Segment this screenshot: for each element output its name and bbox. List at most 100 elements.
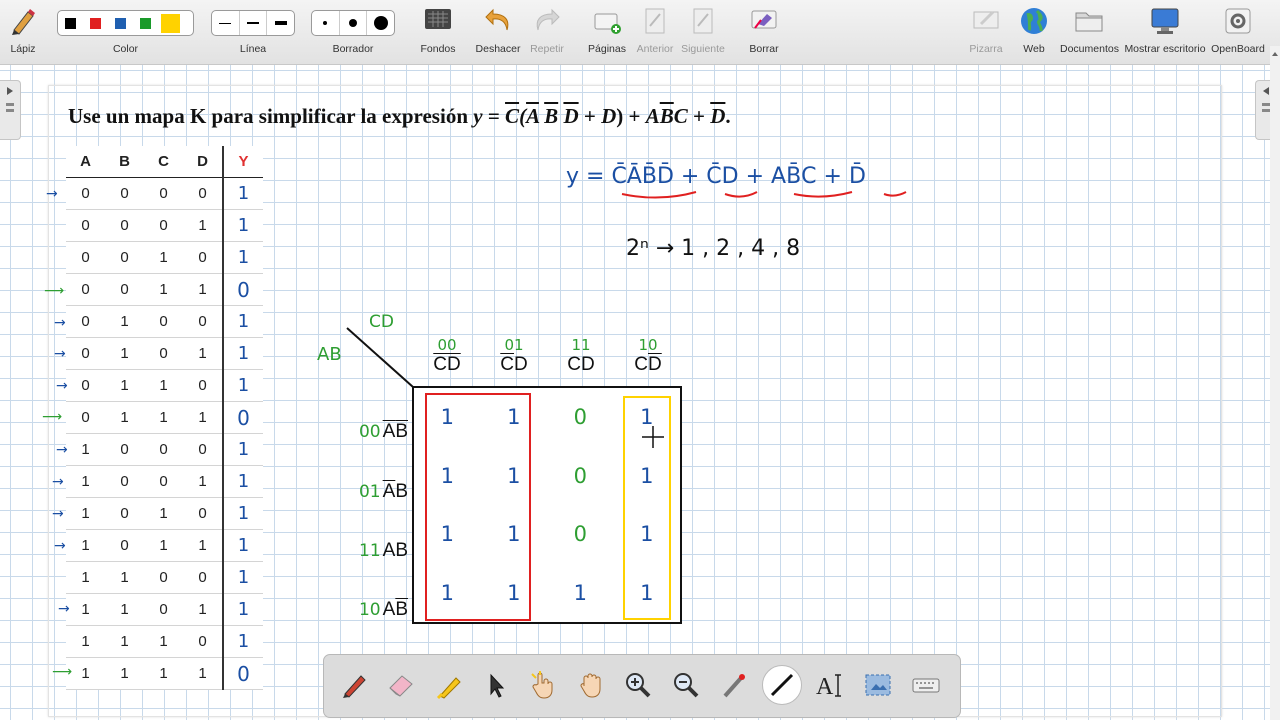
input-cell: 0 [105,465,144,498]
arrow-icon: → [56,378,68,394]
color-swatch-black[interactable] [65,17,76,29]
dock-text-tool[interactable]: A [810,665,850,705]
input-cell: 0 [66,177,105,210]
kmap-col-header-00: 00 CD [414,336,480,376]
kmap-cell: 1 [573,580,587,605]
table-row: 00101 [66,241,263,274]
input-cell: 1 [105,337,144,370]
color-swatch-red[interactable] [90,17,101,29]
table-row: 01101 [66,369,263,402]
vertical-scrollbar[interactable] [1270,46,1280,720]
dock-laser-pointer-tool[interactable] [714,665,754,705]
eraser-small-option[interactable] [312,11,340,35]
desktop-label: Mostrar escritorio [1124,43,1206,55]
arrow-icon: ⟶ [42,409,63,425]
table-row: 01110 [66,401,263,434]
dock-line-tool[interactable] [762,665,802,705]
board-icon [971,6,1001,39]
dock-highlighter-tool[interactable] [429,665,469,705]
erase-button[interactable]: Borrar [744,0,784,64]
input-cell: 0 [144,305,183,338]
eraser-label: Borrador [332,43,374,55]
input-cell: 1 [183,465,223,498]
openboard-menu-button[interactable]: OpenBoard [1210,0,1266,64]
kmap-ab-label: AB [317,344,342,365]
input-cell: 0 [144,337,183,370]
input-cell: 0 [105,177,144,210]
input-cell: 0 [183,625,223,658]
globe-icon [1019,6,1049,41]
scroll-up-arrow-icon [1272,52,1278,56]
color-swatch-yellow[interactable] [161,13,180,33]
line-thin-option[interactable] [212,11,240,35]
dock-select-tool[interactable] [476,665,516,705]
next-page-button[interactable]: Siguiente [680,0,726,64]
arrow-icon: → [58,601,70,617]
pages-label: Páginas [588,43,626,55]
input-cell: 0 [66,369,105,402]
line-thick-option[interactable] [267,11,294,35]
table-row: 10101 [66,497,263,530]
kmap-row-header-00: 00 AB [358,421,408,442]
eraser-large-option[interactable] [367,11,394,35]
input-cell: 1 [183,401,223,434]
undo-button[interactable]: Deshacer [474,0,522,64]
input-cell: 0 [183,369,223,402]
documents-button[interactable]: Documentos [1060,0,1119,64]
next-page-icon [690,6,716,41]
color-swatch-green[interactable] [140,17,151,29]
dock-capture-tool[interactable] [858,665,898,705]
input-cell: 0 [105,273,144,306]
input-cell: 0 [105,497,144,530]
title-y: y [473,104,483,128]
dock-zoom-in-tool[interactable] [618,665,658,705]
underline-marks [621,191,907,199]
input-cell: 1 [105,369,144,402]
show-desktop-button[interactable]: Mostrar escritorio [1124,0,1206,64]
output-y-cell: 1 [222,593,263,626]
output-y-cell: 1 [222,465,263,498]
undo-label: Deshacer [475,43,521,55]
dock-zoom-out-tool[interactable] [666,665,706,705]
pencil-label: Lápiz [10,43,36,55]
redo-label: Repetir [530,43,564,55]
backgrounds-button[interactable]: Fondos [418,0,458,64]
redo-button[interactable]: Repetir [526,0,568,64]
web-label: Web [1023,43,1045,55]
col-literal-c-d: CD [567,354,595,375]
color-swatch-blue[interactable] [115,17,126,29]
row-code-10: 10 [358,600,381,620]
pages-button[interactable]: Páginas [586,0,628,64]
input-cell: 1 [144,401,183,434]
line-medium-option[interactable] [240,11,268,35]
pointer-arrow-icon [490,673,505,698]
dock-eraser-tool[interactable] [381,665,421,705]
board-button[interactable]: Pizarra [966,0,1006,64]
input-cell: 1 [66,593,105,626]
table-row: 10111 [66,529,263,562]
dock-interact-tool[interactable] [523,665,563,705]
eraser-medium-option[interactable] [340,11,368,35]
erase-board-icon [749,6,779,39]
kmap-row-header-01: 01 AB [358,481,408,502]
kmap-group-red [425,393,531,621]
table-row: 10011 [66,465,263,498]
dock-pan-tool[interactable] [571,665,611,705]
col-code-01: 01 [504,336,524,354]
col-literal-c-d-bar: CD [634,354,662,375]
kmap-cell: 0 [573,522,587,547]
dock-pen-tool[interactable] [334,665,374,705]
text-icon: A [816,674,841,700]
web-button[interactable]: Web [1016,0,1052,64]
col-code-10: 10 [638,336,658,354]
gear-icon [1223,6,1253,41]
table-row: 11110 [66,657,263,690]
pencil-icon [8,6,38,41]
pencil-tool[interactable]: Lápiz [0,0,46,64]
erase-label: Borrar [749,43,779,55]
eraser-icon [389,675,413,697]
dock-keyboard-tool[interactable] [906,665,946,705]
previous-page-button[interactable]: Anterior [634,0,676,64]
input-cell: 0 [66,305,105,338]
left-panel-toggle[interactable] [0,80,21,140]
